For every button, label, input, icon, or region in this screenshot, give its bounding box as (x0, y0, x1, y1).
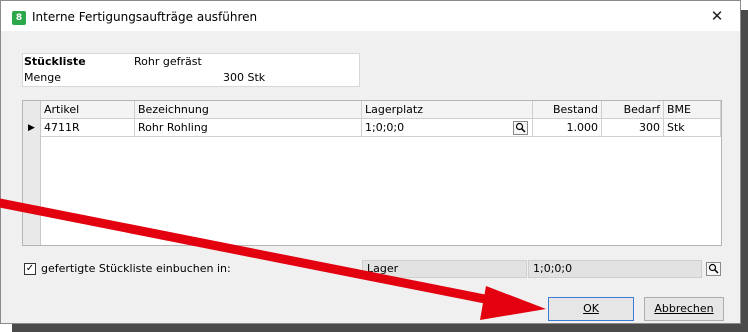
annotation-arrow (0, 198, 546, 320)
